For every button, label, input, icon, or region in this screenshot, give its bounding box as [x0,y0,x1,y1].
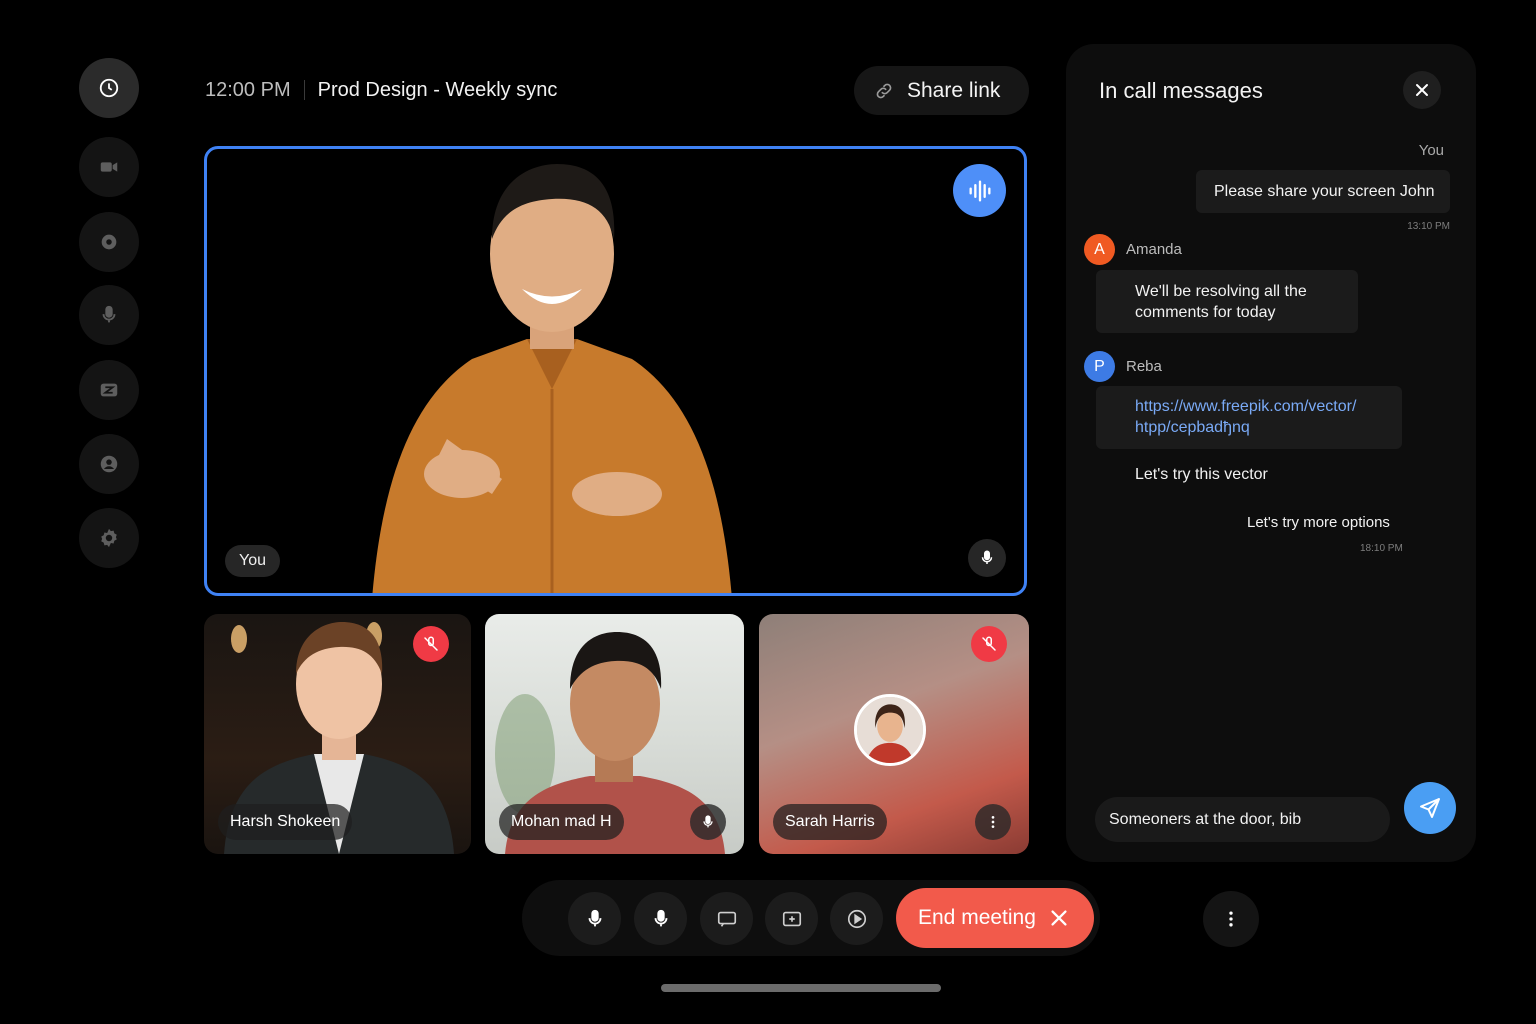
participant-name-label: Harsh Shokeen [218,804,353,840]
chat-input[interactable] [1095,797,1390,842]
chat-button[interactable] [700,892,753,945]
chat-bubble-icon [717,911,736,927]
message-timestamp: 18:10 PM [1360,543,1403,554]
clock-icon [99,78,119,98]
avatar-image [857,697,923,763]
more-vertical-icon [1229,911,1233,927]
record-icon [101,234,117,250]
gear-icon [101,528,117,548]
participant-tile[interactable]: Harsh Shokeen [204,614,471,854]
muted-indicator [971,626,1007,662]
chat-message: Please share your screen John [1196,170,1450,213]
chat-link-line[interactable]: https://www.freepik.com/vector/ [1135,396,1402,417]
mic-icon [981,550,993,564]
chat-panel: In call messages You Please share your s… [1066,44,1476,862]
link-icon [876,83,892,98]
end-meeting-label: End meeting [918,906,1036,929]
sidebar-captions-button[interactable] [79,360,139,420]
sender-name: Reba [1126,358,1162,375]
avatar: A [1084,234,1115,265]
more-vertical-icon [991,816,995,828]
audio-wave-icon [969,180,990,201]
main-mic-button[interactable] [968,539,1006,577]
close-chat-button[interactable] [1403,71,1441,109]
close-icon [1051,910,1067,926]
message-timestamp: 13:10 PM [1407,221,1450,232]
video-icon [100,162,118,172]
speaking-indicator [953,164,1006,217]
chat-message: Let's try more options [1247,514,1390,531]
participant-name-label: You [225,545,280,577]
send-icon [1420,798,1440,818]
mic-icon [588,909,601,926]
sidebar-clock-button[interactable] [79,58,139,118]
mic-icon [703,815,713,828]
participant-mic-button[interactable] [690,804,726,840]
avatar: P [1084,351,1115,382]
audio-button[interactable] [634,892,687,945]
end-meeting-button[interactable]: End meeting [896,888,1094,948]
home-indicator[interactable] [661,984,941,992]
call-controls: End meeting [522,880,1100,956]
play-button[interactable] [830,892,883,945]
muted-indicator [413,626,449,662]
sidebar-video-button[interactable] [79,137,139,197]
mic-toggle-button[interactable] [568,892,621,945]
captions-icon [100,383,118,397]
header-divider [303,80,305,100]
chat-link-line[interactable]: htpp/cepbadђnq [1135,417,1402,438]
chat-message: We'll be resolving all the comments for … [1096,270,1358,333]
sidebar-record-button[interactable] [79,212,139,272]
sender-name: Amanda [1126,241,1182,258]
mic-icon [102,305,116,323]
message-sender: A Amanda [1084,234,1182,265]
share-link-button[interactable]: Share link [854,66,1029,115]
sidebar-user-button[interactable] [79,434,139,494]
participant-options-button[interactable] [975,804,1011,840]
chat-link-message[interactable]: https://www.freepik.com/vector/ htpp/cep… [1096,386,1402,449]
avatar [854,694,926,766]
add-screen-icon [782,911,801,926]
participant-tile[interactable]: Mohan mad H [485,614,744,854]
meeting-header: 12:00 PM Prod Design - Weekly sync [205,74,557,106]
chat-message: Let's try this vector [1135,466,1268,483]
more-options-button[interactable] [1203,891,1259,947]
sidebar-mic-button[interactable] [79,285,139,345]
chat-title: In call messages [1099,78,1263,103]
share-link-label: Share link [907,78,1001,102]
mic-off-icon [424,636,438,651]
mic-icon [654,909,667,926]
main-video-tile[interactable]: You [204,146,1027,596]
meeting-title: Prod Design - Weekly sync [317,78,558,101]
play-icon [847,909,866,928]
message-sender: P Reba [1084,351,1162,382]
send-message-button[interactable] [1404,782,1456,834]
participant-video-you [372,164,732,593]
sidebar-settings-button[interactable] [79,508,139,568]
mic-off-icon [982,636,996,651]
close-icon [1416,84,1428,96]
participant-tile[interactable]: Sarah Harris [759,614,1029,854]
user-icon [100,455,118,473]
meeting-time: 12:00 PM [205,78,291,101]
participant-name-label: Mohan mad H [499,804,624,840]
participant-name-label: Sarah Harris [773,804,887,840]
present-button[interactable] [765,892,818,945]
message-sender: You [1418,142,1444,159]
